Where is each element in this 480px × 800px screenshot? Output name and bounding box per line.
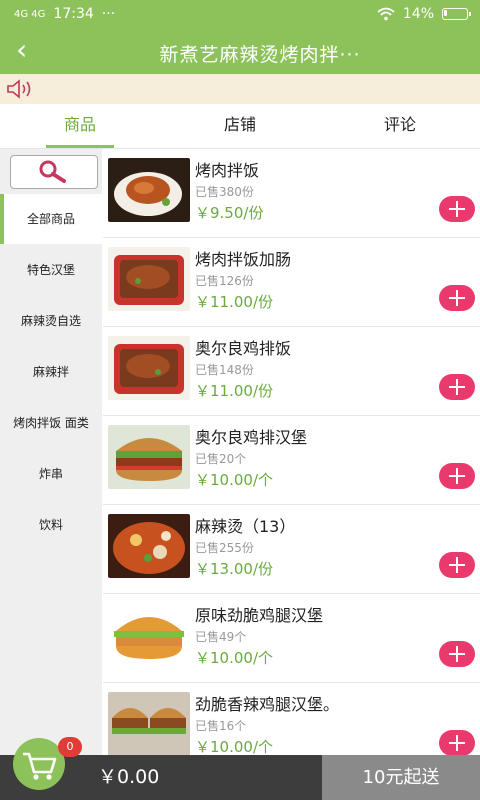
- product-image: [108, 247, 190, 311]
- product-name: 奥尔良鸡排汉堡: [195, 428, 308, 447]
- add-to-cart-button[interactable]: [439, 285, 475, 311]
- product-price: ￥10.00/个: [195, 738, 273, 755]
- category-malaban[interactable]: 麻辣拌: [0, 347, 102, 397]
- product-sold: 已售16个: [195, 719, 247, 733]
- battery-percent: 14%: [402, 6, 434, 22]
- app-header: ‹ 新煮艺麻辣烫烤肉拌···: [0, 30, 480, 74]
- add-to-cart-button[interactable]: [439, 552, 475, 578]
- product-price: ￥9.50/份: [195, 204, 264, 222]
- cart-footer: ￥0.00 10元起送: [0, 755, 480, 800]
- category-rice-noodles[interactable]: 烤肉拌饭 面类: [0, 398, 102, 448]
- tab-store-label: 店铺: [223, 115, 256, 134]
- category-burgers[interactable]: 特色汉堡: [0, 245, 102, 295]
- product-sold: 已售255份: [195, 541, 254, 555]
- product-list: 烤肉拌饭 已售380份 ￥9.50/份 烤肉拌饭加肠 已售126份 ￥11.00…: [103, 149, 480, 755]
- category-skewers[interactable]: 炸串: [0, 449, 102, 499]
- cart-total: ￥0.00: [98, 766, 160, 788]
- product-sold: 已售20个: [195, 452, 247, 466]
- product-image: [108, 336, 190, 400]
- product-sold: 已售126份: [195, 274, 254, 288]
- category-malatang[interactable]: 麻辣烫自选: [0, 296, 102, 346]
- notice-bar: [0, 74, 480, 104]
- back-button[interactable]: ‹: [16, 36, 46, 66]
- tab-reviews-label: 评论: [383, 115, 416, 134]
- search-icon: [39, 160, 66, 183]
- add-to-cart-button[interactable]: [439, 463, 475, 489]
- add-to-cart-button[interactable]: [439, 196, 475, 222]
- category-sidebar: 全部商品 特色汉堡 麻辣烫自选 麻辣拌 烤肉拌饭 面类 炸串 饮料: [0, 149, 102, 755]
- product-price: ￥11.00/份: [195, 382, 273, 400]
- product-price: ￥10.00/个: [195, 471, 273, 489]
- battery-icon: [442, 8, 471, 20]
- product-item[interactable]: 烤肉拌饭加肠 已售126份 ￥11.00/份: [103, 238, 480, 327]
- status-bar: 4G 4G 17:34 ··· 14%: [0, 0, 480, 30]
- product-price: ￥13.00/份: [195, 560, 273, 578]
- tab-goods-label: 商品: [63, 115, 96, 134]
- category-drinks[interactable]: 饮料: [0, 500, 102, 550]
- status-more: ···: [101, 6, 116, 22]
- tab-goods[interactable]: 商品: [0, 104, 160, 148]
- page-title: 新煮艺麻辣烫烤肉拌···: [159, 44, 361, 66]
- tab-bar: 商品 店铺 评论: [0, 104, 480, 149]
- speaker-icon: [7, 79, 31, 99]
- product-name: 烤肉拌饭: [195, 161, 260, 180]
- product-item[interactable]: 劲脆香辣鸡腿汉堡。 已售16个 ￥10.00/个: [103, 683, 480, 755]
- product-item[interactable]: 原味劲脆鸡腿汉堡 已售49个 ￥10.00/个: [103, 594, 480, 683]
- product-price: ￥11.00/份: [195, 293, 273, 311]
- product-price: ￥10.00/个: [195, 649, 273, 667]
- product-sold: 已售380份: [195, 185, 254, 199]
- product-name: 奥尔良鸡排饭: [195, 339, 292, 358]
- add-to-cart-button[interactable]: [439, 641, 475, 667]
- clock: 17:34: [53, 6, 94, 22]
- product-name: 麻辣烫（13）: [195, 517, 296, 536]
- product-image: [108, 692, 190, 755]
- product-image: [108, 603, 190, 667]
- search-button[interactable]: [10, 155, 98, 189]
- add-to-cart-button[interactable]: [439, 730, 475, 755]
- product-image: [108, 514, 190, 578]
- tab-reviews[interactable]: 评论: [320, 104, 480, 148]
- product-name: 原味劲脆鸡腿汉堡: [195, 606, 324, 625]
- category-all[interactable]: 全部商品: [0, 194, 102, 244]
- product-item[interactable]: 麻辣烫（13） 已售255份 ￥13.00/份: [103, 505, 480, 594]
- product-item[interactable]: 奥尔良鸡排饭 已售148份 ￥11.00/份: [103, 327, 480, 416]
- add-to-cart-button[interactable]: [439, 374, 475, 400]
- product-sold: 已售49个: [195, 630, 247, 644]
- product-item[interactable]: 烤肉拌饭 已售380份 ￥9.50/份: [103, 149, 480, 238]
- min-order-button[interactable]: 10元起送: [322, 755, 480, 800]
- product-item[interactable]: 奥尔良鸡排汉堡 已售20个 ￥10.00/个: [103, 416, 480, 505]
- product-name: 烤肉拌饭加肠: [195, 250, 292, 269]
- cart-count-badge: 0: [58, 737, 82, 757]
- wifi-icon: [377, 7, 395, 21]
- tab-indicator: [46, 145, 114, 148]
- tab-store[interactable]: 店铺: [160, 104, 320, 148]
- signal-indicator: 4G 4G: [14, 8, 46, 20]
- product-sold: 已售148份: [195, 363, 254, 377]
- product-name: 劲脆香辣鸡腿汉堡。: [195, 695, 340, 714]
- product-image: [108, 425, 190, 489]
- product-image: [108, 158, 190, 222]
